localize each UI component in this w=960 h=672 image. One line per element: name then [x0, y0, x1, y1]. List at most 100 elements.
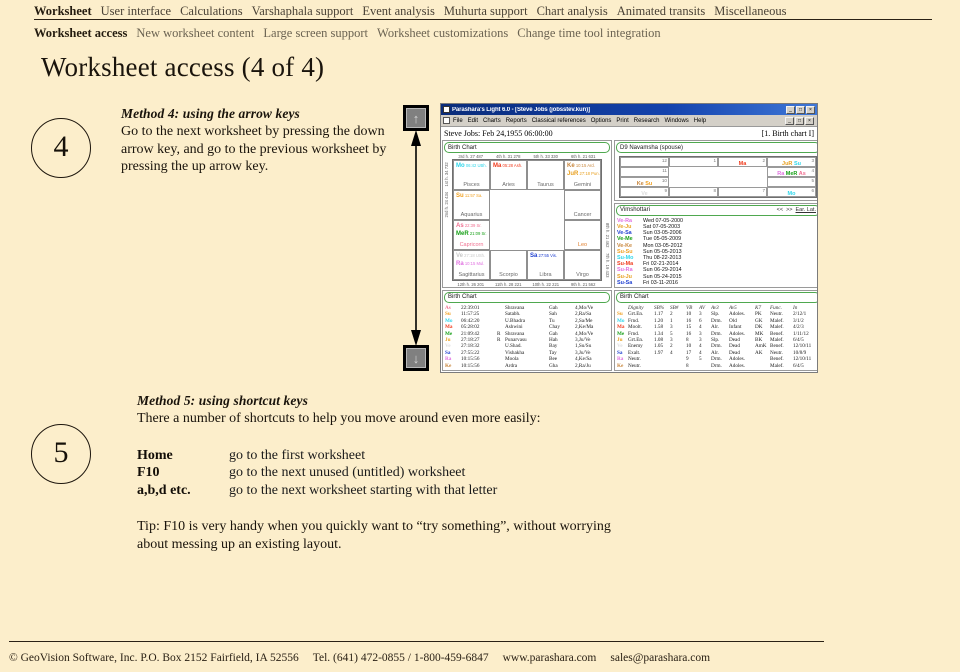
rasi-center-cell[interactable]: [527, 190, 564, 220]
planet-Mo[interactable]: Mo 06:42 UBh.: [456, 162, 487, 170]
up-arrow-key-button[interactable]: ↑: [403, 105, 429, 131]
navamsha-cell[interactable]: 9 Ve: [620, 186, 669, 197]
rasi-cell[interactable]: Taurus: [527, 160, 564, 190]
rasi-cell[interactable]: Mo 06:42 UBh. Pisces: [453, 160, 490, 190]
close-icon[interactable]: ×: [806, 105, 815, 114]
rasi-cell[interactable]: Leo: [564, 219, 601, 250]
planet-Ma[interactable]: Ma 05:28 Ash.: [493, 162, 524, 170]
down-arrow-key-button[interactable]: ↓: [403, 345, 429, 371]
footer-tel: Tel. (641) 472-0855 / 1-800-459-6847: [312, 652, 489, 664]
navamsha-cell[interactable]: 10 Ke Su: [620, 176, 669, 187]
app-menu-classical-references[interactable]: Classical references: [532, 118, 586, 124]
nav-primary-item-0[interactable]: Worksheet: [34, 4, 92, 19]
navamsha-center-cell[interactable]: [718, 167, 767, 177]
rasi-chart-panel[interactable]: Birth Chart 3rd h. 27 487 4th h. 31 278 5t…: [442, 140, 612, 288]
navamsha-cell[interactable]: 11: [620, 166, 669, 177]
navamsha-cell[interactable]: 12: [620, 157, 669, 167]
planet-Mo[interactable]: Mo: [788, 191, 796, 196]
rasi-cell[interactable]: Ke 10:15 Ard. JuR 27:18 Pun. Gemini: [564, 160, 601, 190]
dasha-prev-button[interactable]: <<: [777, 206, 786, 214]
app-menu-edit[interactable]: Edit: [468, 118, 478, 124]
navamsha-house-number: 12: [661, 158, 667, 163]
nav-primary-item-8[interactable]: Miscellaneous: [714, 4, 786, 19]
nav-secondary-item-4[interactable]: Change time tool integration: [517, 26, 660, 41]
nav-primary-item-7[interactable]: Animated transits: [617, 4, 706, 19]
navamsha-cell[interactable]: 2 Ma: [718, 157, 767, 167]
nav-primary-item-6[interactable]: Chart analysis: [537, 4, 608, 19]
rasi-cell[interactable]: Scorpio: [490, 249, 527, 280]
nav-secondary-item-1[interactable]: New worksheet content: [136, 26, 254, 41]
rasi-center-cell[interactable]: [490, 190, 527, 220]
house-cusp-label: 7th h. 19 433: [605, 253, 610, 278]
rasi-cell[interactable]: Virgo: [564, 249, 601, 280]
dasha-row[interactable]: Su-Sa Fri 03-11-2016: [617, 280, 817, 286]
navamsha-cell[interactable]: 5: [767, 176, 816, 187]
planet-table-left-panel[interactable]: Birth Chart As 22:39:01 Shravana Gah 4,Mo/Ve…: [442, 289, 612, 371]
planet-Ke[interactable]: Ke 10:15 Ard.: [567, 162, 598, 170]
navamsha-center-cell[interactable]: [669, 177, 718, 187]
house-cusp-label: [603, 159, 611, 189]
navamsha-cell[interactable]: 7: [718, 186, 767, 197]
app-menu-reports[interactable]: Reports: [506, 118, 527, 124]
navamsha-chart-panel[interactable]: D9 Navamsha (spouse) 12 1 2 Ma 3 JuR Su 11 4 R…: [614, 140, 817, 201]
document-icon[interactable]: [443, 117, 450, 124]
navamsha-cell[interactable]: 6 Mo: [767, 186, 816, 197]
navamsha-cell[interactable]: 3 JuR Su: [767, 157, 816, 167]
rasi-cell[interactable]: Ve 27:18 USh. Ra 10:15 Mul. Sagittarius: [453, 249, 490, 280]
rasi-cell[interactable]: Cancer: [564, 189, 601, 220]
planet-degree: 06:42 UBh.: [464, 163, 487, 168]
app-system-menu-icon[interactable]: [443, 106, 450, 113]
planet-Ve[interactable]: Ve 27:18 USh.: [456, 252, 487, 260]
rasi-cell[interactable]: Su 11:57 Sa. Aquarius: [453, 189, 490, 220]
navamsha-center-cell[interactable]: [718, 177, 767, 187]
planet-Su[interactable]: Su 11:57 Sa.: [456, 192, 487, 200]
planet-Sa[interactable]: Sa 27:55 Vis.: [530, 252, 561, 260]
mdi-minimize-icon[interactable]: _: [785, 116, 794, 125]
maximize-icon[interactable]: □: [796, 105, 805, 114]
app-menu-file[interactable]: File: [453, 118, 463, 124]
south-indian-rasi-chart[interactable]: 3rd h. 27 487 4th h. 31 278 5th h. 33 330 6…: [443, 154, 611, 288]
app-menu-windows[interactable]: Windows: [664, 118, 688, 124]
app-menu-print[interactable]: Print: [616, 118, 628, 124]
planet-Ra[interactable]: Ra 10:15 Mul.: [456, 260, 487, 268]
app-menu-help[interactable]: Help: [694, 118, 706, 124]
planet-JuR[interactable]: JuR 27:18 Pun.: [567, 170, 600, 178]
nav-secondary-item-2[interactable]: Large screen support: [263, 26, 368, 41]
rasi-center-cell[interactable]: [490, 220, 527, 250]
planet-table-right-panel[interactable]: Birth Chart Dignity SB% SB# VB AV Av3 Av5 K7 Fun…: [614, 289, 817, 371]
navamsha-cell[interactable]: 1: [669, 157, 718, 167]
mdi-restore-icon[interactable]: □: [795, 116, 804, 125]
nav-primary-item-3[interactable]: Varshaphala support: [252, 4, 354, 19]
mdi-close-icon[interactable]: ×: [805, 116, 814, 125]
dasha-panel[interactable]: Vimshottari << >> Ear. Lat. Ve-Ra Wed 07-…: [614, 202, 818, 288]
planet-Ve[interactable]: Ve: [641, 191, 647, 196]
dasha-next-button[interactable]: >>: [786, 206, 795, 214]
nav-primary-item-4[interactable]: Event analysis: [362, 4, 435, 19]
planet-degree: 10:15 Mul.: [463, 260, 485, 266]
nav-primary-item-1[interactable]: User interface: [101, 4, 171, 19]
footer-email[interactable]: sales@parashara.com: [610, 652, 710, 664]
vimshottari-dasha-list[interactable]: Ve-Ra Wed 07-05-2000 Ve-Ju Sat 07-05-2003 Ve…: [615, 217, 817, 287]
app-menu-charts[interactable]: Charts: [483, 118, 501, 124]
nav-primary-item-5[interactable]: Muhurta support: [444, 4, 528, 19]
nav-primary-item-2[interactable]: Calculations: [180, 4, 243, 19]
app-menu-options[interactable]: Options: [591, 118, 612, 124]
nav-secondary-item-0[interactable]: Worksheet access: [34, 26, 127, 41]
planet-MeR[interactable]: MeR 21:09 Sr.: [456, 230, 487, 238]
footer-website[interactable]: www.parashara.com: [503, 652, 597, 664]
navamsha-center-cell[interactable]: [669, 167, 718, 177]
dasha-list-link[interactable]: Ear. Lat.: [796, 206, 818, 214]
navamsha-cell[interactable]: 4 Ra MeR As: [767, 166, 816, 177]
north-indian-navamsha-chart[interactable]: 12 1 2 Ma 3 JuR Su 11 4 Ra MeR As 10 Ke Su 5 9 Ve…: [615, 154, 817, 201]
rasi-cell[interactable]: Sa 27:55 Vis. Libra: [527, 249, 564, 280]
minimize-icon[interactable]: _: [786, 105, 795, 114]
shortcut-key: F10: [137, 465, 160, 480]
rasi-cell[interactable]: As 22:39 Sr. MeR 21:09 Sr. Capricorn: [453, 219, 490, 250]
app-menu-research[interactable]: Research: [634, 118, 660, 124]
nav-secondary-item-3[interactable]: Worksheet customizations: [377, 26, 508, 41]
rasi-cell[interactable]: Ma 05:28 Ash. Aries: [490, 160, 527, 190]
navamsha-cell[interactable]: 8: [669, 186, 718, 197]
navamsha-chart-grid: 12 1 2 Ma 3 JuR Su 11 4 Ra MeR As 10 Ke Su 5 9 Ve…: [619, 156, 817, 198]
rasi-center-cell[interactable]: [527, 220, 564, 250]
planet-As[interactable]: As 22:39 Sr.: [456, 222, 487, 230]
